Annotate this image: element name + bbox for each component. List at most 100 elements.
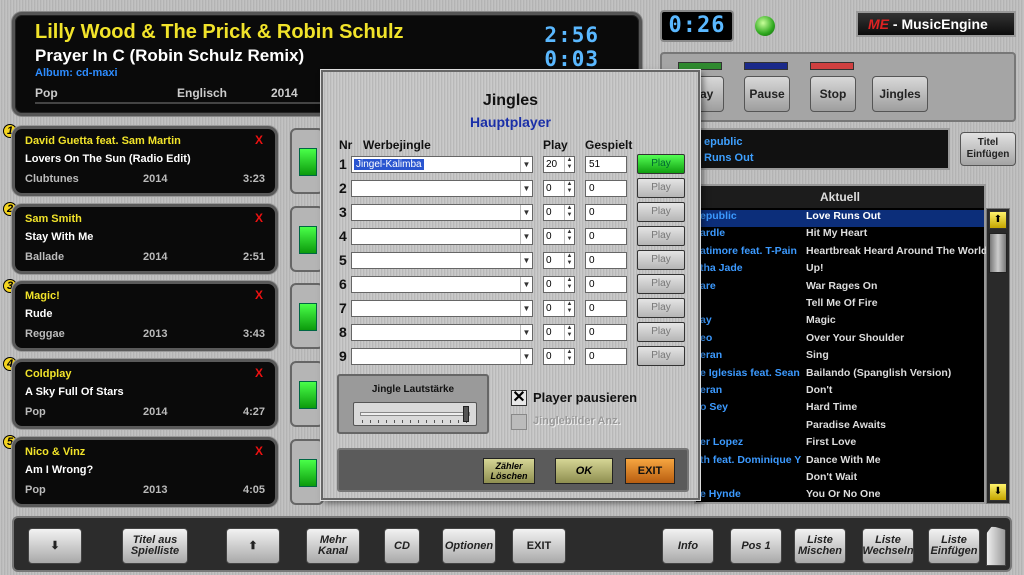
remove-track-icon[interactable]: X: [255, 288, 263, 302]
jingle-select[interactable]: ▼: [351, 180, 533, 197]
playlist-play-button[interactable]: [290, 206, 324, 272]
volume-slider[interactable]: [353, 402, 477, 426]
move-down-button[interactable]: ⬇: [28, 528, 82, 564]
title-insert-button[interactable]: Titel Einfügen: [960, 132, 1016, 166]
list-item[interactable]: th feat. Dominique Y Dance With Me: [696, 454, 984, 471]
jingle-play-button[interactable]: Play: [637, 154, 685, 174]
stepper-arrows-icon[interactable]: ▲ ▼: [564, 277, 574, 292]
playlist-card[interactable]: Coldplay X A Sky Full Of Stars Pop 2014 …: [12, 359, 278, 429]
stepper-arrows-icon[interactable]: ▲ ▼: [564, 301, 574, 316]
change-list-button[interactable]: Liste Wechseln: [862, 528, 914, 564]
play-count-stepper[interactable]: 0 ▲ ▼: [543, 300, 575, 317]
stepper-arrows-icon[interactable]: ▲ ▼: [564, 253, 574, 268]
title-from-playlist-button[interactable]: Titel aus Spielliste: [122, 528, 188, 564]
stepper-arrows-icon[interactable]: ▲ ▼: [564, 325, 574, 340]
list-item[interactable]: Paradise Awaits: [696, 419, 984, 436]
list-item[interactable]: eo Over Your Shoulder: [696, 332, 984, 349]
stepper-arrows-icon[interactable]: ▲ ▼: [564, 229, 574, 244]
jingle-play-button[interactable]: Play: [637, 178, 685, 198]
play-count-stepper[interactable]: 0 ▲ ▼: [543, 276, 575, 293]
list-item[interactable]: e Hynde You Or No One: [696, 488, 984, 505]
play-count-stepper[interactable]: 0 ▲ ▼: [543, 348, 575, 365]
play-count-stepper[interactable]: 0 ▲ ▼: [543, 228, 575, 245]
chevron-down-icon[interactable]: ▼: [520, 349, 532, 364]
ok-button[interactable]: OK: [555, 458, 613, 484]
jingle-play-button[interactable]: Play: [637, 274, 685, 294]
cd-button[interactable]: CD: [384, 528, 420, 564]
list-item[interactable]: eran Sing: [696, 349, 984, 366]
jingle-play-button[interactable]: Play: [637, 226, 685, 246]
play-count-stepper[interactable]: 0 ▲ ▼: [543, 324, 575, 341]
jingle-select[interactable]: ▼: [351, 276, 533, 293]
scroll-down-icon[interactable]: ⬇: [989, 483, 1007, 501]
jingle-play-button[interactable]: Play: [637, 250, 685, 270]
playlist-play-button[interactable]: [290, 439, 324, 505]
play-count-stepper[interactable]: 20 ▲ ▼: [543, 156, 575, 173]
pause-button[interactable]: Pause: [744, 76, 790, 112]
jingle-play-button[interactable]: Play: [637, 322, 685, 342]
stepper-arrows-icon[interactable]: ▲ ▼: [564, 181, 574, 196]
list-item[interactable]: Don't Wait: [696, 471, 984, 488]
list-item[interactable]: e Iglesias feat. Sean Bailando (Spanglis…: [696, 367, 984, 384]
chevron-down-icon[interactable]: ▼: [520, 301, 532, 316]
remove-track-icon[interactable]: X: [255, 366, 263, 380]
jingle-select[interactable]: ▼: [351, 228, 533, 245]
chevron-down-icon[interactable]: ▼: [520, 253, 532, 268]
remove-track-icon[interactable]: X: [255, 133, 263, 147]
jingle-select[interactable]: ▼: [351, 252, 533, 269]
play-count-stepper[interactable]: 0 ▲ ▼: [543, 252, 575, 269]
jingle-select[interactable]: ▼: [351, 204, 533, 221]
played-count-field[interactable]: 0: [585, 324, 627, 341]
jingles-button[interactable]: Jingles: [872, 76, 928, 112]
scroll-up-icon[interactable]: ⬆: [989, 211, 1007, 229]
list-item[interactable]: o Sey Hard Time: [696, 401, 984, 418]
played-count-field[interactable]: 0: [585, 348, 627, 365]
move-up-button[interactable]: ⬆: [226, 528, 280, 564]
played-count-field[interactable]: 0: [585, 204, 627, 221]
played-count-field[interactable]: 0: [585, 252, 627, 269]
playlist-play-button[interactable]: [290, 361, 324, 427]
list-item[interactable]: atimore feat. T-Pain Heartbreak Heard Ar…: [696, 245, 987, 262]
jingle-images-checkbox[interactable]: [511, 414, 527, 430]
volume-knob[interactable]: [462, 406, 469, 422]
played-count-field[interactable]: 0: [585, 228, 627, 245]
stepper-arrows-icon[interactable]: ▲ ▼: [564, 205, 574, 220]
stop-button[interactable]: Stop: [810, 76, 856, 112]
list-item[interactable]: ay Magic: [696, 314, 984, 331]
mix-list-button[interactable]: Liste Mischen: [794, 528, 846, 564]
jingle-play-button[interactable]: Play: [637, 298, 685, 318]
list-item[interactable]: eran Don't: [696, 384, 984, 401]
list-item[interactable]: epublic Love Runs Out: [696, 210, 984, 227]
remove-track-icon[interactable]: X: [255, 444, 263, 458]
chevron-down-icon[interactable]: ▼: [520, 325, 532, 340]
play-count-stepper[interactable]: 0 ▲ ▼: [543, 204, 575, 221]
played-count-field[interactable]: 0: [585, 180, 627, 197]
playlist-play-button[interactable]: [290, 283, 324, 349]
playlist-play-button[interactable]: [290, 128, 324, 194]
list-item[interactable]: ardle Hit My Heart: [696, 227, 984, 244]
played-count-field[interactable]: 0: [585, 276, 627, 293]
info-button[interactable]: Info: [662, 528, 714, 564]
played-count-field[interactable]: 0: [585, 300, 627, 317]
dialog-exit-button[interactable]: EXIT: [625, 458, 675, 484]
playlist-card[interactable]: Sam Smith X Stay With Me Ballade 2014 2:…: [12, 204, 278, 274]
playlist-card[interactable]: Magic! X Rude Reggae 2013 3:43: [12, 281, 278, 351]
play-count-stepper[interactable]: 0 ▲ ▼: [543, 180, 575, 197]
jingle-play-button[interactable]: Play: [637, 346, 685, 366]
pos1-button[interactable]: Pos 1: [730, 528, 782, 564]
current-list[interactable]: Aktuell epublic Love Runs Out ardle Hit …: [694, 184, 987, 505]
chevron-down-icon[interactable]: ▼: [520, 229, 532, 244]
list-item[interactable]: tha Jade Up!: [696, 262, 984, 279]
stepper-arrows-icon[interactable]: ▲ ▼: [564, 349, 574, 364]
stepper-arrows-icon[interactable]: ▲ ▼: [564, 157, 574, 172]
remove-track-icon[interactable]: X: [255, 211, 263, 225]
jingle-select[interactable]: ▼: [351, 324, 533, 341]
jingle-select[interactable]: ▼: [351, 300, 533, 317]
insert-list-button[interactable]: Liste Einfügen: [928, 528, 980, 564]
chevron-down-icon[interactable]: ▼: [520, 157, 532, 172]
reset-counter-button[interactable]: Zähler Löschen: [483, 458, 535, 484]
jingle-select[interactable]: ▼: [351, 348, 533, 365]
list-scrollbar[interactable]: ⬆ ⬇: [986, 208, 1010, 504]
jingle-select[interactable]: Jingel-Kalimba ▼: [351, 156, 533, 173]
list-item[interactable]: Tell Me Of Fire: [696, 297, 984, 314]
